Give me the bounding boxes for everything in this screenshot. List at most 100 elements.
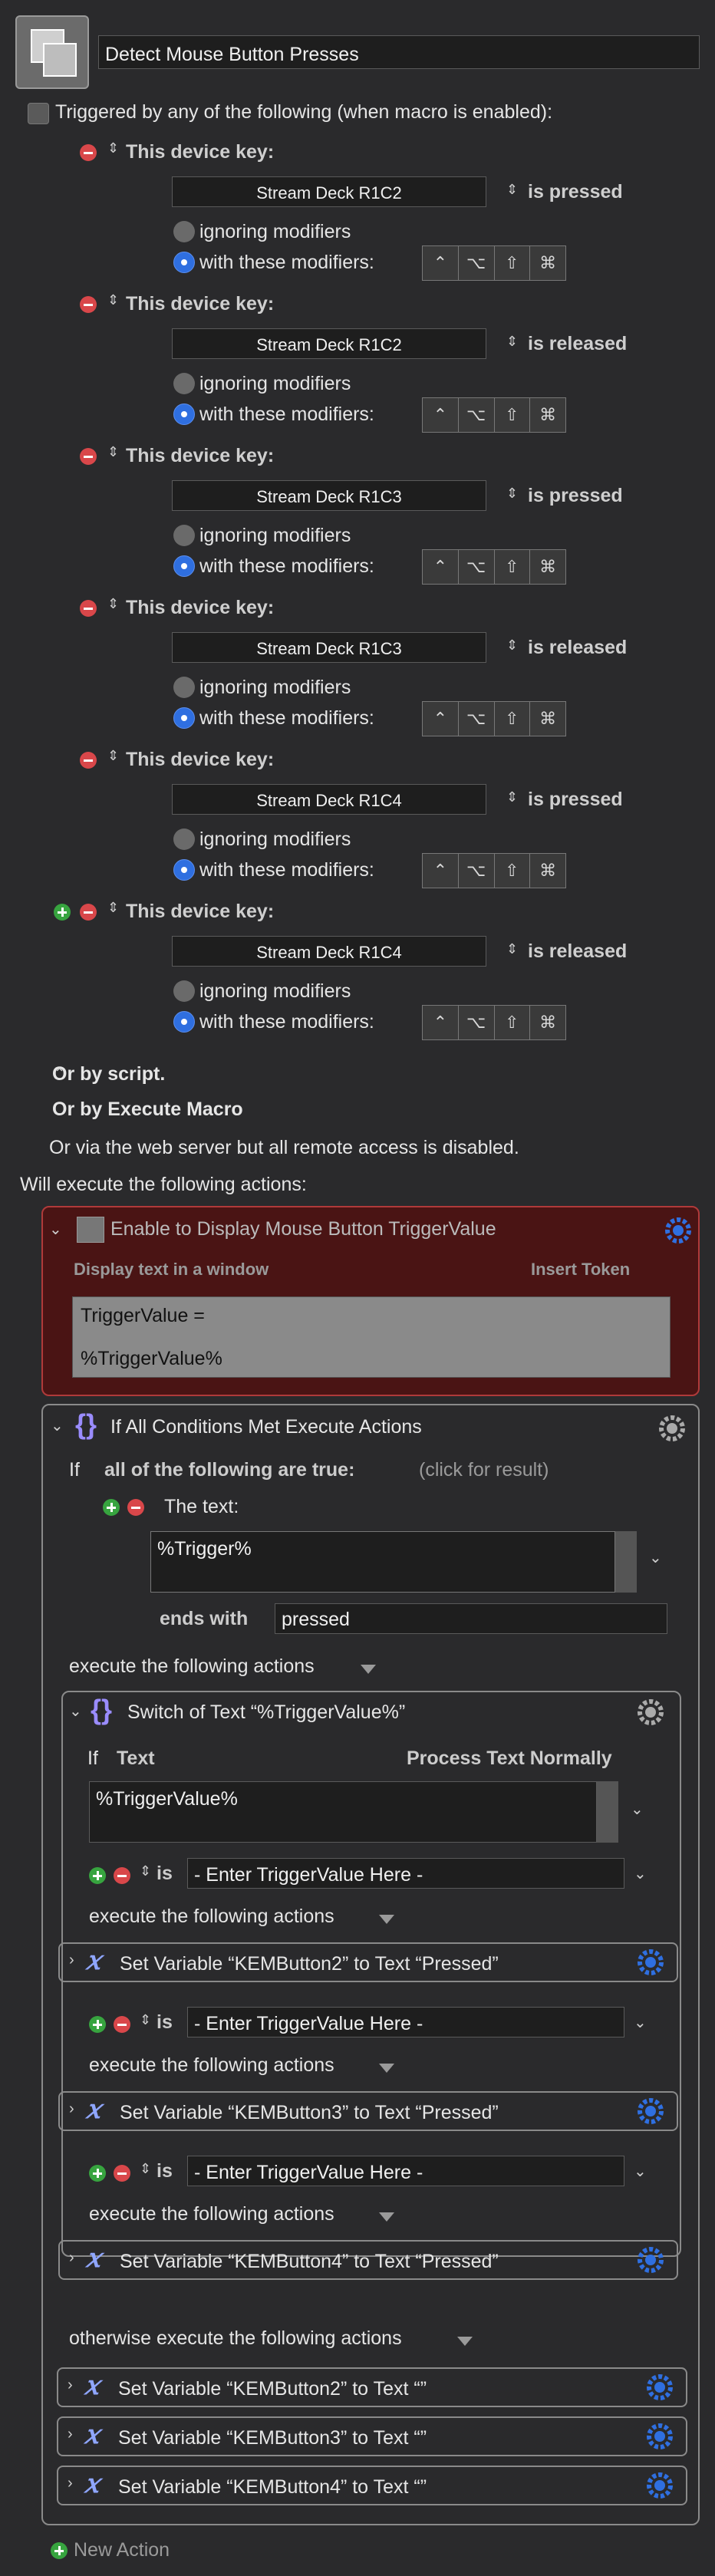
expand-icon[interactable]: › xyxy=(69,2100,74,2118)
new-action-button[interactable]: New Action xyxy=(74,2539,170,2561)
collapse-icon[interactable]: ⌄ xyxy=(51,1416,64,1435)
gear-icon[interactable] xyxy=(663,1215,694,1246)
ignoring-modifiers-radio[interactable] xyxy=(173,677,195,698)
command-key-icon[interactable]: ⌘ xyxy=(530,246,565,280)
expand-icon[interactable]: › xyxy=(69,1952,74,1969)
updown-icon[interactable]: ⇕ xyxy=(506,486,518,500)
add-case-icon[interactable] xyxy=(89,1867,106,1884)
expand-icon[interactable]: › xyxy=(69,2249,74,2267)
macro-icon[interactable] xyxy=(15,15,89,89)
ignoring-modifiers-radio[interactable] xyxy=(173,980,195,1002)
or-by-execute[interactable]: Or by Execute Macro xyxy=(52,1099,243,1121)
option-key-icon[interactable]: ⌥ xyxy=(459,246,495,280)
key-state-popup[interactable]: is released xyxy=(528,333,627,355)
ignoring-modifiers-radio[interactable] xyxy=(173,525,195,546)
condition-text-field[interactable]: %Trigger% xyxy=(150,1531,615,1593)
gear-icon[interactable] xyxy=(635,1947,666,1978)
remove-trigger-icon[interactable] xyxy=(80,296,97,313)
set-variable-action[interactable]: › 𝑥 Set Variable “KEMButton3” to Text “P… xyxy=(58,2091,678,2131)
shift-key-icon[interactable]: ⇧ xyxy=(495,246,531,280)
display-mode-popup[interactable]: Display text in a window xyxy=(74,1260,269,1280)
command-key-icon[interactable]: ⌘ xyxy=(530,550,565,584)
switch-source-popup[interactable]: Text xyxy=(117,1748,155,1770)
case-value-field[interactable]: - Enter TriggerValue Here - xyxy=(187,2007,624,2037)
switch-text-field[interactable]: %TriggerValue% xyxy=(89,1781,597,1843)
action-if-conditions[interactable]: ⌄ {} If All Conditions Met Execute Actio… xyxy=(41,1404,700,2525)
remove-case-icon[interactable] xyxy=(114,2016,130,2033)
triggers-enable-checkbox[interactable] xyxy=(28,103,49,124)
updown-icon[interactable]: ⇕ xyxy=(140,1864,151,1878)
updown-icon[interactable]: ⇕ xyxy=(107,901,119,914)
disclosure-icon[interactable] xyxy=(379,2064,394,2073)
case-is-label[interactable]: is xyxy=(157,2160,173,2182)
remove-case-icon[interactable] xyxy=(114,1867,130,1884)
disclosure-icon[interactable] xyxy=(457,2337,473,2346)
ignoring-modifiers-radio[interactable] xyxy=(173,373,195,394)
updown-icon[interactable]: ⇕ xyxy=(506,183,518,196)
control-key-icon[interactable]: ⌃ xyxy=(423,550,459,584)
option-key-icon[interactable]: ⌥ xyxy=(459,1006,495,1039)
text-area[interactable]: TriggerValue = %TriggerValue% xyxy=(72,1296,671,1378)
ends-with-label[interactable]: ends with xyxy=(160,1608,248,1630)
shift-key-icon[interactable]: ⇧ xyxy=(495,550,531,584)
set-variable-action[interactable]: › 𝑥 Set Variable “KEMButton2” to Text “” xyxy=(57,2367,687,2407)
expand-icon[interactable]: › xyxy=(68,2475,73,2492)
updown-icon[interactable]: ⇕ xyxy=(506,942,518,956)
shift-key-icon[interactable]: ⇧ xyxy=(495,702,531,736)
set-variable-action[interactable]: › 𝑥 Set Variable “KEMButton4” to Text “” xyxy=(57,2466,687,2505)
updown-icon[interactable]: ⇕ xyxy=(107,293,119,307)
remove-trigger-icon[interactable] xyxy=(80,448,97,465)
gear-icon[interactable] xyxy=(635,2096,666,2126)
ends-with-field[interactable]: pressed xyxy=(275,1603,667,1634)
expand-icon[interactable]: › xyxy=(68,2377,73,2394)
command-key-icon[interactable]: ⌘ xyxy=(530,702,565,736)
click-for-result[interactable]: (click for result) xyxy=(419,1459,549,1481)
command-key-icon[interactable]: ⌘ xyxy=(530,854,565,888)
ignoring-modifiers-radio[interactable] xyxy=(173,221,195,242)
with-modifiers-radio[interactable] xyxy=(173,1011,195,1033)
control-key-icon[interactable]: ⌃ xyxy=(423,246,459,280)
case-value-field[interactable]: - Enter TriggerValue Here - xyxy=(187,2156,624,2186)
control-key-icon[interactable]: ⌃ xyxy=(423,854,459,888)
add-case-icon[interactable] xyxy=(89,2165,106,2182)
updown-icon[interactable]: ⇕ xyxy=(506,334,518,348)
add-condition-icon[interactable] xyxy=(103,1499,120,1516)
process-text-popup[interactable]: Process Text Normally xyxy=(407,1748,612,1770)
control-key-icon[interactable]: ⌃ xyxy=(423,702,459,736)
shift-key-icon[interactable]: ⇧ xyxy=(495,1006,531,1039)
shift-key-icon[interactable]: ⇧ xyxy=(495,398,531,432)
device-key-field[interactable]: Stream Deck R1C4 xyxy=(172,784,486,815)
add-trigger-icon[interactable] xyxy=(54,904,71,921)
updown-icon[interactable]: ⇕ xyxy=(140,2162,151,2176)
gear-icon[interactable] xyxy=(635,2245,666,2275)
set-variable-action[interactable]: › 𝑥 Set Variable “KEMButton3” to Text “” xyxy=(57,2416,687,2456)
dropdown-icon[interactable]: ⌄ xyxy=(631,1800,644,1819)
add-case-icon[interactable] xyxy=(89,2016,106,2033)
control-key-icon[interactable]: ⌃ xyxy=(423,398,459,432)
modifier-buttons[interactable]: ⌃ ⌥ ⇧ ⌘ xyxy=(422,853,566,888)
remove-condition-icon[interactable] xyxy=(127,1499,144,1516)
set-variable-action[interactable]: › 𝑥 Set Variable “KEMButton2” to Text “P… xyxy=(58,1942,678,1982)
collapse-icon[interactable]: ⌄ xyxy=(69,1701,82,1721)
key-state-popup[interactable]: is pressed xyxy=(528,789,623,811)
set-variable-action[interactable]: › 𝑥 Set Variable “KEMButton4” to Text “P… xyxy=(58,2240,678,2280)
control-key-icon[interactable]: ⌃ xyxy=(423,1006,459,1039)
token-scroller[interactable] xyxy=(615,1531,637,1593)
gear-icon[interactable] xyxy=(644,2470,675,2501)
key-state-popup[interactable]: is pressed xyxy=(528,181,623,203)
remove-trigger-icon[interactable] xyxy=(80,600,97,617)
modifier-buttons[interactable]: ⌃ ⌥ ⇧ ⌘ xyxy=(422,397,566,433)
disclosure-icon[interactable] xyxy=(379,1915,394,1924)
action-switch[interactable]: ⌄ {} Switch of Text “%TriggerValue%” If … xyxy=(58,1691,681,2280)
device-key-field[interactable]: Stream Deck R1C2 xyxy=(172,176,486,207)
disclosure-icon[interactable] xyxy=(361,1665,376,1674)
command-key-icon[interactable]: ⌘ xyxy=(530,398,565,432)
updown-icon[interactable]: ⇕ xyxy=(140,2013,151,2027)
ignoring-modifiers-radio[interactable] xyxy=(173,828,195,850)
remove-case-icon[interactable] xyxy=(114,2165,130,2182)
updown-icon[interactable]: ⇕ xyxy=(506,638,518,652)
option-key-icon[interactable]: ⌥ xyxy=(459,550,495,584)
modifier-buttons[interactable]: ⌃ ⌥ ⇧ ⌘ xyxy=(422,549,566,585)
key-state-popup[interactable]: is released xyxy=(528,637,627,659)
case-is-label[interactable]: is xyxy=(157,2011,173,2034)
